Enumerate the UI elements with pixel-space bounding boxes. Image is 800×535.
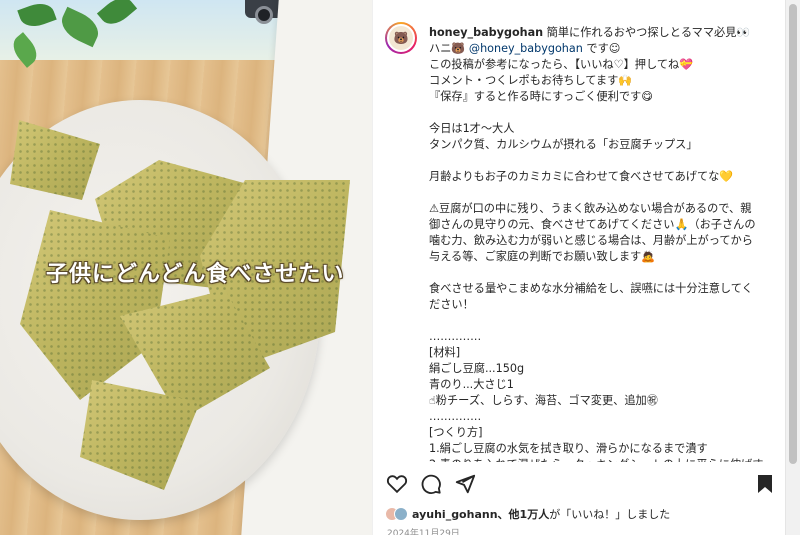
avatar[interactable]: 🐻 <box>385 22 417 54</box>
comment-button[interactable] <box>419 472 443 496</box>
caption-line: 1.絹ごし豆腐の水気を拭き取り、滑らかになるまで潰す <box>429 442 708 455</box>
share-icon <box>455 474 476 494</box>
caption-line: 青のり...大さじ1 <box>429 378 514 391</box>
caption-line: 今日は1才〜大人 <box>429 122 515 135</box>
bear-icon: 🐻 <box>387 24 415 52</box>
caption-line: [つくり方] <box>429 426 483 439</box>
liker-username[interactable]: ayuhi_gohann <box>412 508 498 521</box>
save-button[interactable] <box>753 472 777 496</box>
caption-line: 食べさせる量やこまめな水分補給をし、誤嚥には十分注意してく <box>429 282 753 295</box>
caption-line <box>429 313 779 329</box>
caption-line: 『保存』すると作る時にすっごく便利です😋 <box>429 90 653 103</box>
username-link[interactable]: honey_babygohan <box>429 26 543 39</box>
caption-title: 簡単に作れるおやつ探しとるママ必見👀 <box>543 26 751 39</box>
leaf-decoration <box>96 0 138 31</box>
caption-intro: ハニ🐻 @honey_babygohan です☺ <box>429 41 779 57</box>
scrollbar-thumb[interactable] <box>789 4 797 464</box>
likes-summary[interactable]: ayuhi_gohann、他1万人が「いいね！」しました <box>385 506 670 522</box>
likes-count[interactable]: 、他1万人 <box>498 508 550 521</box>
mention-link[interactable]: @honey_babygohan <box>469 42 583 55</box>
like-button[interactable] <box>385 472 409 496</box>
caption-line: 絹ごし豆腐...150g <box>429 362 525 375</box>
avatar <box>394 507 408 521</box>
caption-header: honey_babygohan 簡単に作れるおやつ探しとるママ必見👀 <box>429 25 779 41</box>
caption-line <box>429 105 779 121</box>
intro-suffix: です☺ <box>582 42 621 55</box>
leaf-decoration <box>17 0 57 32</box>
caption-line: ⚠豆腐が口の中に残り、うまく飲み込めない場合があるので、親 <box>429 202 752 215</box>
comment-icon <box>421 474 441 494</box>
image-overlay-text: 子供にどんどん食べさせたい <box>46 262 345 287</box>
bookmark-icon <box>758 475 772 493</box>
caption-line: この投稿が参考になったら、【いいね♡】押してね💝 <box>429 58 694 71</box>
caption-body: この投稿が参考になったら、【いいね♡】押してね💝 コメント・つくレポもお待ちしてま… <box>429 57 779 462</box>
scrollbar[interactable] <box>785 0 800 535</box>
post-image[interactable]: 子供にどんどん食べさせたい <box>0 0 372 535</box>
caption-line: 御さんの見守りの元、食べさせてあげてください🙏（お子さんの <box>429 218 756 231</box>
intro-prefix: ハニ🐻 <box>429 42 466 55</box>
caption-line: ださい！ <box>429 298 474 311</box>
caption-line <box>429 185 779 201</box>
caption-line: 月齢よりもお子のカミカミに合わせて食べさせてあげてな💛 <box>429 170 734 183</box>
heart-icon <box>386 475 408 494</box>
caption-scroll-area[interactable]: 🐻 honey_babygohan 簡単に作れるおやつ探しとるママ必見👀 ハニ🐻… <box>373 0 783 462</box>
post-date[interactable]: 2024年11月29日 <box>387 526 460 535</box>
caption-line: [材料] <box>429 346 461 359</box>
caption-line: ‥‥‥‥‥‥‥ <box>429 330 482 343</box>
share-button[interactable] <box>453 472 477 496</box>
action-bar <box>373 470 783 498</box>
caption-line: コメント・つくレポもお待ちしてます🙌 <box>429 74 633 87</box>
caption-line <box>429 153 779 169</box>
caption-line: 噛む力、飲み込む力が弱いと感じる場合は、月齢が上がってから <box>429 234 753 247</box>
post-panel: 🐻 honey_babygohan 簡単に作れるおやつ探しとるママ必見👀 ハニ🐻… <box>372 0 782 535</box>
caption-line: 与える等、ご家庭の判断でお願い致します🙇 <box>429 250 656 263</box>
caption-line: タンパク質、カルシウムが摂れる「お豆腐チップス」 <box>429 138 698 151</box>
liker-avatars <box>385 507 408 521</box>
likes-suffix: が「いいね！」しました <box>549 508 671 521</box>
caption-line: ‥‥‥‥‥‥‥ <box>429 410 482 423</box>
caption: honey_babygohan 簡単に作れるおやつ探しとるママ必見👀 ハニ🐻 @… <box>429 25 779 462</box>
caption-line: 2.青のりを入れて混ぜたら、クッキングシートの上に平らに伸ばす <box>429 457 779 462</box>
caption-line <box>429 265 779 281</box>
caption-line: ☝粉チーズ、しらす、海苔、ゴマ変更、追加㊗ <box>429 394 658 407</box>
